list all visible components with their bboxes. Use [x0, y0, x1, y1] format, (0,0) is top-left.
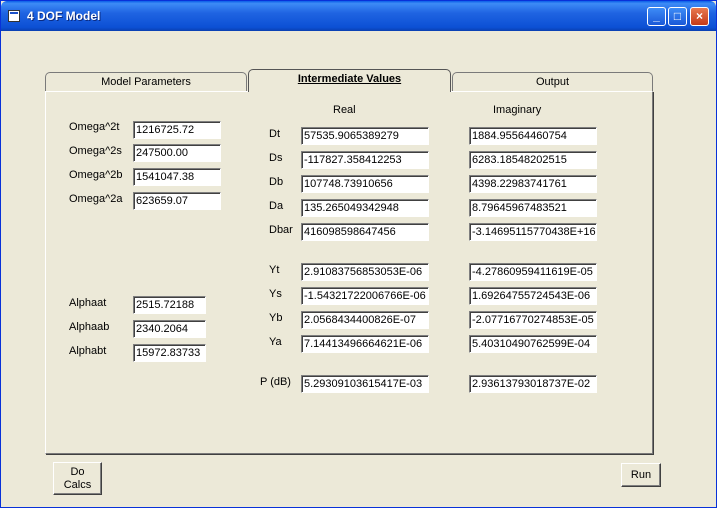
- omega-s-field[interactable]: 247500.00: [133, 144, 221, 162]
- main-window: 4 DOF Model _ □ × Model Parameters Inter…: [0, 0, 717, 508]
- tab-model-parameters[interactable]: Model Parameters: [45, 72, 247, 92]
- omega-t-label: Omega^2t: [69, 121, 120, 133]
- window-title: 4 DOF Model: [27, 9, 101, 23]
- alpha-ab-label: Alphaab: [69, 321, 110, 333]
- omega-s-label: Omega^2s: [69, 145, 122, 157]
- app-icon: [8, 10, 20, 22]
- alpha-bt-field[interactable]: 15972.83733: [133, 344, 206, 362]
- yt-real-field[interactable]: 2.91083756853053E-06: [301, 263, 429, 281]
- do-calcs-line1: Do: [70, 465, 85, 478]
- dt-label: Dt: [269, 128, 280, 140]
- ys-real-field[interactable]: -1.54321722006766E-06: [301, 287, 429, 305]
- ds-imag-field[interactable]: 6283.18548202515: [469, 151, 597, 169]
- p-db-real-field[interactable]: 5.29309103615417E-03: [301, 375, 429, 393]
- ds-real-field[interactable]: -117827.358412253: [301, 151, 429, 169]
- yb-real-field[interactable]: 2.0568434400826E-07: [301, 311, 429, 329]
- real-column-header: Real: [333, 104, 356, 116]
- omega-b-field[interactable]: 1541047.38: [133, 168, 221, 186]
- db-label: Db: [269, 176, 284, 188]
- ya-imag-field[interactable]: 5.40310490762599E-04: [469, 335, 597, 353]
- p-db-label: P (dB): [260, 376, 291, 388]
- yb-label: Yb: [269, 312, 283, 324]
- yt-label: Yt: [269, 264, 280, 276]
- db-real-field[interactable]: 107748.73910656: [301, 175, 429, 193]
- tab-output[interactable]: Output: [452, 72, 653, 92]
- dt-imag-field[interactable]: 1884.95564460754: [469, 127, 597, 145]
- ys-label: Ys: [269, 288, 282, 300]
- omega-t-field[interactable]: 1216725.72: [133, 121, 221, 139]
- alpha-bt-label: Alphabt: [69, 345, 107, 357]
- ds-label: Ds: [269, 152, 283, 164]
- alpha-at-label: Alphaat: [69, 297, 107, 309]
- ya-label: Ya: [269, 336, 282, 348]
- db-imag-field[interactable]: 4398.22983741761: [469, 175, 597, 193]
- imaginary-column-header: Imaginary: [493, 104, 542, 116]
- alpha-ab-field[interactable]: 2340.2064: [133, 320, 206, 338]
- do-calcs-button[interactable]: Do Calcs: [53, 462, 102, 495]
- ys-imag-field[interactable]: 1.69264755724543E-06: [469, 287, 597, 305]
- omega-b-label: Omega^2b: [69, 169, 123, 181]
- da-real-field[interactable]: 135.265049342948: [301, 199, 429, 217]
- close-button[interactable]: ×: [690, 7, 709, 26]
- ya-real-field[interactable]: 7.14413496664621E-06: [301, 335, 429, 353]
- maximize-button[interactable]: □: [668, 7, 687, 26]
- p-db-imag-field[interactable]: 2.93613793018737E-02: [469, 375, 597, 393]
- omega-a-field[interactable]: 623659.07: [133, 192, 221, 210]
- dbar-real-field[interactable]: 416098598647456: [301, 223, 429, 241]
- alpha-at-field[interactable]: 2515.72188: [133, 296, 206, 314]
- dt-real-field[interactable]: 57535.9065389279: [301, 127, 429, 145]
- yb-imag-field[interactable]: -2.07716770274853E-05: [469, 311, 597, 329]
- da-imag-field[interactable]: 8.79645967483521: [469, 199, 597, 217]
- dbar-imag-field[interactable]: -3.14695115770438E+16: [469, 223, 597, 241]
- tab-intermediate-values[interactable]: Intermediate Values: [248, 69, 451, 92]
- run-button[interactable]: Run: [621, 463, 661, 487]
- title-bar[interactable]: 4 DOF Model _ □ ×: [1, 1, 716, 31]
- do-calcs-line2: Calcs: [63, 478, 92, 491]
- omega-a-label: Omega^2a: [69, 193, 123, 205]
- dbar-label: Dbar: [269, 224, 293, 236]
- minimize-button[interactable]: _: [647, 7, 666, 26]
- yt-imag-field[interactable]: -4.27860959411619E-05: [469, 263, 597, 281]
- da-label: Da: [269, 200, 284, 212]
